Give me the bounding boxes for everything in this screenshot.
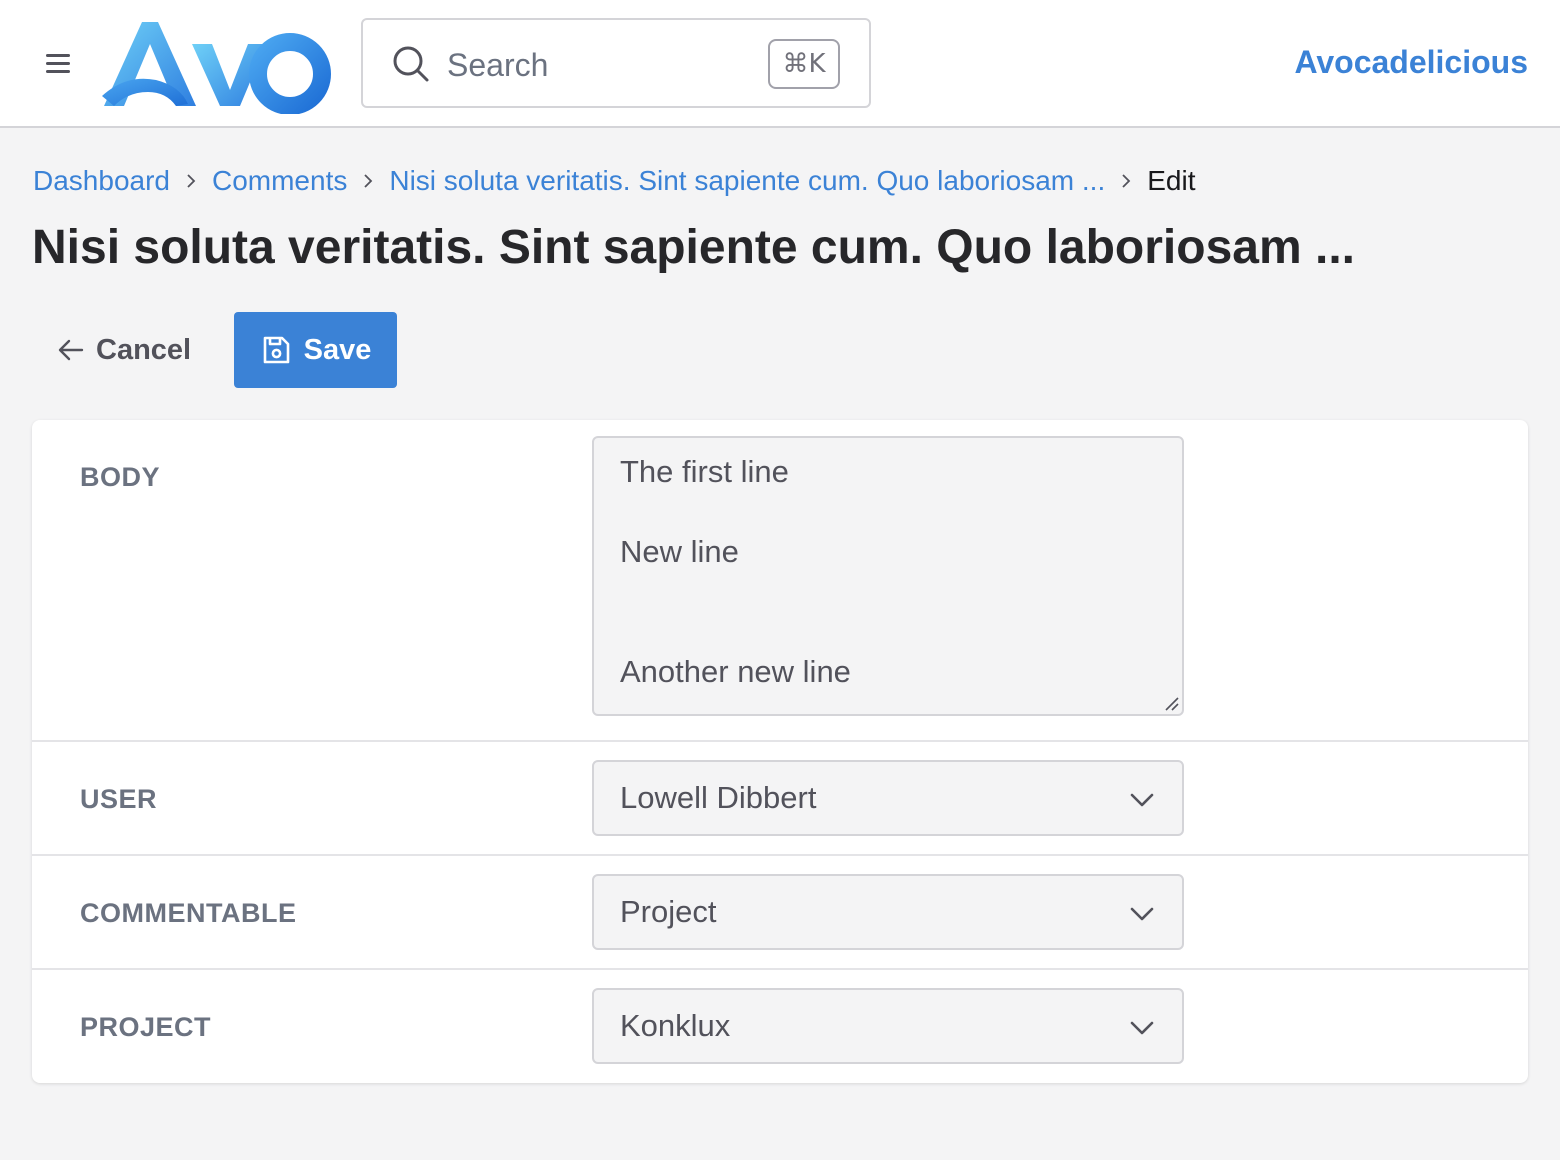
- project-select-value: Konklux: [620, 1008, 731, 1043]
- cancel-label: Cancel: [96, 333, 192, 366]
- commentable-select-value: Project: [620, 894, 717, 929]
- page-title: Nisi soluta veritatis. Sint sapiente cum…: [32, 221, 1355, 274]
- chevron-down-icon: [1130, 793, 1154, 807]
- chevron-down-icon: [1130, 1021, 1154, 1035]
- search-input[interactable]: Search ⌘K: [361, 18, 871, 108]
- save-button[interactable]: Save: [234, 312, 397, 388]
- field-label-commentable: COMMENTABLE: [80, 898, 297, 928]
- breadcrumb-dashboard[interactable]: Dashboard: [33, 163, 170, 199]
- body-text-line: The first line: [620, 454, 789, 489]
- breadcrumb: Dashboard Comments Nisi soluta veritatis…: [33, 162, 1195, 200]
- avo-logo[interactable]: [96, 14, 332, 114]
- chevron-right-icon: [1105, 163, 1147, 199]
- chevron-right-icon: [347, 163, 389, 199]
- project-select[interactable]: Konklux: [592, 988, 1184, 1064]
- account-link[interactable]: Avocadelicious: [1294, 42, 1528, 82]
- user-select[interactable]: Lowell Dibbert: [592, 760, 1184, 836]
- body-text-line: Another new line: [620, 654, 851, 689]
- field-project: PROJECT Konklux: [32, 970, 1528, 1083]
- breadcrumb-record[interactable]: Nisi soluta veritatis. Sint sapiente cum…: [389, 163, 1105, 199]
- field-body: BODY The first line New line Another new…: [32, 420, 1528, 742]
- field-label-user: USER: [80, 784, 158, 814]
- body-textarea[interactable]: The first line New line Another new line: [592, 436, 1184, 716]
- save-label: Save: [303, 333, 372, 366]
- top-navbar: Search ⌘K Avocadelicious: [0, 0, 1560, 128]
- cancel-button[interactable]: Cancel: [56, 320, 191, 380]
- chevron-right-icon: [170, 163, 212, 199]
- arrow-left-icon: [58, 339, 84, 361]
- field-label-body: BODY: [80, 462, 161, 492]
- field-commentable: COMMENTABLE Project: [32, 856, 1528, 970]
- resize-grip-icon[interactable]: [1162, 694, 1180, 712]
- keyboard-shortcut-badge: ⌘K: [768, 39, 840, 89]
- breadcrumb-current: Edit: [1147, 165, 1196, 196]
- search-placeholder: Search: [447, 47, 549, 83]
- commentable-select[interactable]: Project: [592, 874, 1184, 950]
- field-user: USER Lowell Dibbert: [32, 742, 1528, 856]
- body-text-line: New line: [620, 534, 739, 569]
- field-label-project: PROJECT: [80, 1012, 212, 1042]
- chevron-down-icon: [1130, 907, 1154, 921]
- search-icon: [393, 46, 429, 82]
- breadcrumb-comments[interactable]: Comments: [212, 163, 347, 199]
- hamburger-menu-icon[interactable]: [44, 52, 72, 76]
- save-icon: [263, 336, 289, 364]
- edit-form-card: BODY The first line New line Another new…: [32, 420, 1528, 1083]
- user-select-value: Lowell Dibbert: [620, 780, 817, 815]
